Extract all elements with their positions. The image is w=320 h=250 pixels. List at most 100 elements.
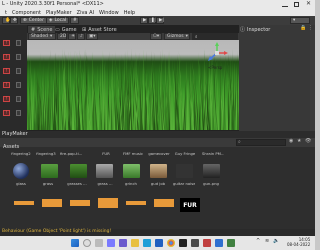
window-title: L - Unity 2020.3.30f1 Personal* <DX11> [2, 1, 104, 7]
object-icon[interactable] [16, 96, 21, 102]
menu-item-playmaker[interactable]: PlayMaker [46, 10, 72, 16]
asset-item[interactable]: grass [37, 182, 59, 186]
object-icon[interactable] [16, 54, 21, 60]
edge-icon[interactable] [143, 239, 151, 247]
error-icon[interactable]: ! [3, 40, 10, 46]
glass-sphere-thumb[interactable] [13, 163, 29, 179]
tab-asset-store[interactable]: ⊞ Asset Store [79, 26, 120, 33]
search-icon[interactable] [83, 239, 91, 247]
gun-png-thumb[interactable] [203, 164, 220, 178]
asset-item[interactable]: grass ... [94, 182, 116, 186]
grass-thumb[interactable] [70, 164, 87, 178]
app-icon[interactable] [203, 239, 211, 247]
app-icon[interactable] [191, 239, 199, 247]
asset-item[interactable]: grasses ... [66, 182, 88, 186]
move-tool-button[interactable]: ✥ [10, 17, 18, 24]
orientation-gizmo[interactable] [206, 42, 228, 64]
menu-item-window[interactable]: Window [99, 10, 119, 16]
maximize-button[interactable] [294, 2, 299, 7]
object-icon[interactable] [16, 40, 21, 46]
tab-inspector[interactable]: ⓘ Inspector [240, 26, 270, 34]
store-icon[interactable] [155, 239, 163, 247]
camera-button[interactable]: ⎔▾ [150, 33, 162, 40]
filter-icon[interactable]: ◉ [289, 139, 293, 144]
lighting-toggle[interactable]: ☀ [68, 33, 76, 40]
close-icon[interactable]: ✕ [306, 1, 311, 7]
mesh-thumb[interactable] [96, 164, 113, 178]
chrome-icon[interactable] [167, 239, 175, 247]
perspective-label[interactable]: <Persp [208, 66, 222, 70]
eye-icon[interactable]: 👁 [305, 139, 311, 144]
asset-item[interactable]: gamecover [148, 152, 170, 156]
wifi-icon[interactable]: ≋ [265, 239, 269, 244]
error-icon[interactable]: ! [3, 82, 10, 88]
error-icon[interactable]: ! [3, 96, 10, 102]
asset-item[interactable]: grinch [120, 182, 142, 186]
minimize-button[interactable] [282, 2, 288, 7]
game-icon: ▭ [55, 26, 60, 33]
pivot-center-button[interactable]: ⊕ Center [20, 17, 47, 24]
asset-item[interactable]: glass [10, 182, 32, 186]
scene-search[interactable]: ⌕ [192, 33, 238, 40]
effects-dropdown[interactable]: ▣▾ [86, 33, 98, 40]
2d-toggle[interactable]: 2D [57, 33, 67, 40]
playmaker-label[interactable]: PlayMaker [2, 132, 28, 137]
asset-item[interactable]: Guy Fringe [174, 152, 196, 156]
task-view-icon[interactable] [95, 239, 103, 247]
taskbar-clock[interactable]: 14:05 08-04-2022 [287, 237, 310, 248]
kebab-menu-icon[interactable]: ⋮ [308, 26, 313, 31]
info-icon: ⓘ [240, 27, 246, 33]
error-icon[interactable]: ! [3, 54, 10, 60]
chat-icon[interactable] [119, 239, 127, 247]
object-icon[interactable] [16, 82, 21, 88]
pivot-local-button[interactable]: ◈ Local [46, 17, 70, 24]
asset-row-bottom-labels: glass grass grasses ... grass ... grinch… [10, 182, 310, 188]
audio-thumb[interactable] [176, 164, 193, 178]
hand-tool-button[interactable]: ✋ [2, 17, 11, 24]
speaker-icon[interactable]: 🔈 [273, 239, 279, 244]
asset-item[interactable]: Shrain PM... [202, 152, 224, 156]
project-search[interactable] [236, 139, 286, 146]
menu-item-ziva-ai[interactable]: Ziva AI [77, 10, 94, 16]
tray-chevron-icon[interactable]: ^ [256, 239, 260, 244]
step-button[interactable]: ▶| [156, 17, 164, 24]
audio-toggle[interactable]: ♪ [77, 33, 85, 40]
asset-item[interactable]: fingering3 [35, 152, 57, 156]
star-icon[interactable]: ★ [297, 139, 301, 144]
object-icon[interactable] [16, 68, 21, 74]
windows-start-icon[interactable] [71, 239, 79, 247]
asset-item[interactable]: fire-pop-ti... [60, 152, 82, 156]
asset-item[interactable]: gud job [147, 182, 169, 186]
layers-dropdown[interactable]: ▾ [290, 17, 310, 24]
menu-item-help[interactable]: Help [124, 10, 135, 16]
fur-asset-thumb[interactable]: FUR [180, 198, 200, 212]
asset-item[interactable]: guitar noise [173, 182, 195, 186]
lock-icon[interactable]: 🔒 [300, 26, 306, 31]
error-icon[interactable]: ! [3, 110, 10, 116]
object-icon[interactable] [16, 110, 21, 116]
pause-button[interactable]: ❚❚ [148, 17, 159, 24]
file-explorer-icon[interactable] [131, 239, 139, 247]
play-button[interactable]: ▶ [140, 17, 148, 24]
asset-item[interactable]: fingering2 [10, 152, 32, 156]
error-icon[interactable]: ! [3, 68, 10, 74]
app-icon[interactable] [215, 239, 223, 247]
menu-item-component[interactable]: Component [12, 10, 41, 16]
gud-job-thumb[interactable] [150, 164, 167, 178]
status-message[interactable]: Behaviour (Game Object 'Point light') is… [2, 229, 111, 235]
app-icon[interactable] [227, 239, 235, 247]
gizmos-dropdown[interactable]: Gizmos ▾ [164, 33, 190, 40]
asset-item[interactable]: gun-png [200, 182, 222, 186]
widgets-icon[interactable] [107, 239, 115, 247]
unity-icon[interactable] [179, 239, 187, 247]
menu-item[interactable]: t [5, 10, 7, 16]
grid-snap-button[interactable]: # [70, 17, 79, 24]
shading-dropdown[interactable]: Shaded ▾ [28, 33, 56, 40]
grass-thumb[interactable] [41, 164, 58, 178]
scene-icon: # [31, 26, 36, 33]
asset-item[interactable]: FMF music [122, 152, 144, 156]
assets-breadcrumb[interactable]: Assets [3, 145, 19, 150]
grinch-thumb[interactable] [123, 164, 140, 178]
tab-game[interactable]: ▭ Game [52, 26, 80, 33]
asset-item[interactable]: FUR [95, 152, 117, 156]
